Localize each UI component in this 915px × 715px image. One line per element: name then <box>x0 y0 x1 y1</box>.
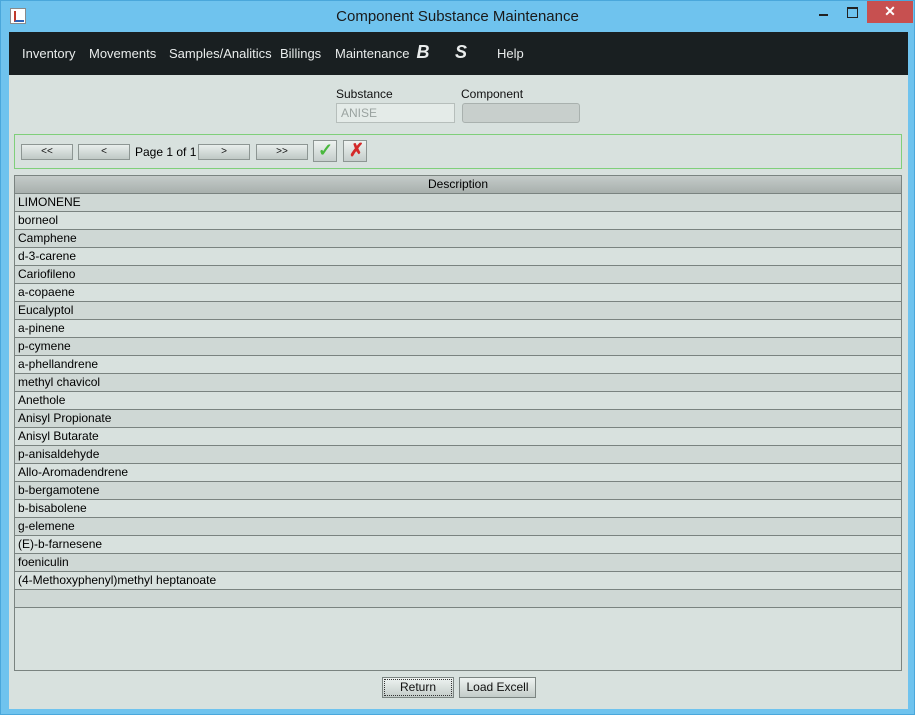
cancel-x-icon[interactable] <box>343 140 367 162</box>
table-row[interactable]: Cariofileno <box>15 266 901 284</box>
table-row[interactable]: Eucalyptol <box>15 302 901 320</box>
table-row[interactable]: Anisyl Propionate <box>15 410 901 428</box>
menu-billings[interactable]: Billings <box>280 46 321 61</box>
pagination-bar: << < Page 1 of 1 > >> <box>14 134 902 169</box>
s-icon[interactable]: S <box>453 42 469 62</box>
component-label: Component <box>461 87 524 101</box>
menu-bar: Inventory Movements Samples/Analitics Bi… <box>9 32 908 75</box>
last-page-button[interactable]: >> <box>256 144 308 160</box>
table-row[interactable]: Camphene <box>15 230 901 248</box>
title-bar[interactable]: Component Substance Maintenance ✕ <box>1 1 914 32</box>
substance-label: Substance <box>336 87 393 101</box>
confirm-check-icon[interactable] <box>313 140 337 162</box>
maximize-button[interactable] <box>837 1 867 23</box>
table-row[interactable]: methyl chavicol <box>15 374 901 392</box>
table-row[interactable]: (4-Methoxyphenyl)methyl heptanoate <box>15 572 901 590</box>
menu-inventory[interactable]: Inventory <box>22 46 75 61</box>
main-panel: Inventory Movements Samples/Analitics Bi… <box>9 32 908 709</box>
window-title: Component Substance Maintenance <box>336 8 579 25</box>
table-row[interactable]: b-bergamotene <box>15 482 901 500</box>
table-row[interactable]: a-pinene <box>15 320 901 338</box>
table-row[interactable]: a-phellandrene <box>15 356 901 374</box>
table-row[interactable]: foeniculin <box>15 554 901 572</box>
table-row[interactable]: d-3-carene <box>15 248 901 266</box>
substance-field[interactable]: ANISE <box>336 103 455 123</box>
b-icon[interactable]: B <box>415 42 431 62</box>
page-indicator: Page 1 of 1 <box>135 145 197 159</box>
description-column-header[interactable]: Description <box>15 176 901 194</box>
component-field[interactable] <box>462 103 580 123</box>
table-row[interactable]: LIMONENE <box>15 194 901 212</box>
close-button[interactable]: ✕ <box>867 1 913 23</box>
menu-maintenance[interactable]: Maintenance <box>335 46 409 61</box>
menu-help[interactable]: Help <box>497 46 524 61</box>
table-row[interactable]: p-cymene <box>15 338 901 356</box>
minimize-button[interactable] <box>809 1 839 23</box>
table-row[interactable]: borneol <box>15 212 901 230</box>
table-body: LIMONENE borneol Camphene d-3-carene Cariofi… <box>15 194 901 608</box>
previous-page-button[interactable]: < <box>78 144 130 160</box>
menu-samples-analitics[interactable]: Samples/Analitics <box>169 46 272 61</box>
application-window: Component Substance Maintenance ✕ Invent… <box>0 0 915 715</box>
table-row[interactable]: p-anisaldehyde <box>15 446 901 464</box>
load-excel-button[interactable]: Load Excell <box>459 677 536 698</box>
menu-movements[interactable]: Movements <box>89 46 156 61</box>
first-page-button[interactable]: << <box>21 144 73 160</box>
table-row[interactable]: b-bisabolene <box>15 500 901 518</box>
table-row[interactable]: Anisyl Butarate <box>15 428 901 446</box>
component-table: Description LIMONENE borneol Camphene d-3-c… <box>14 175 902 671</box>
table-row[interactable] <box>15 590 901 608</box>
table-row[interactable]: g-elemene <box>15 518 901 536</box>
table-row[interactable]: a-copaene <box>15 284 901 302</box>
table-row[interactable]: Anethole <box>15 392 901 410</box>
table-row[interactable]: (E)-b-farnesene <box>15 536 901 554</box>
next-page-button[interactable]: > <box>198 144 250 160</box>
return-button[interactable]: Return <box>382 677 454 698</box>
table-row[interactable]: Allo-Aromadendrene <box>15 464 901 482</box>
